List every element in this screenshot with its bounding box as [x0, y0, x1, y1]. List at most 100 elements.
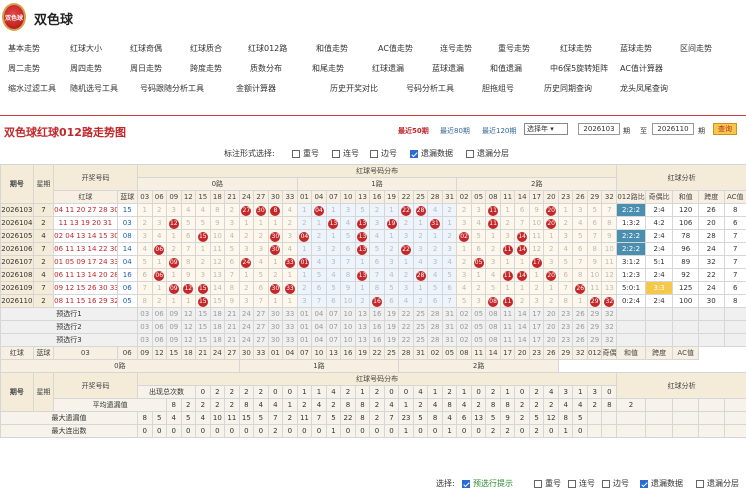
preselect-cell[interactable]: 27: [253, 307, 269, 321]
nav-link[interactable]: 质数分布: [250, 63, 282, 74]
nav-link[interactable]: AC值计算器: [620, 63, 663, 74]
nav-link[interactable]: 红球走势: [560, 43, 592, 54]
lottery-logo[interactable]: 双色球: [2, 3, 26, 31]
nav-link[interactable]: 号码分析工具: [406, 83, 454, 94]
nav-link[interactable]: 号码跟随分析工具: [140, 83, 204, 94]
preselect-cell[interactable]: 15: [195, 333, 211, 347]
preselect-cell[interactable]: 08: [485, 307, 501, 321]
preselect-cell[interactable]: 13: [354, 333, 371, 347]
preselect-cell[interactable]: 11: [499, 320, 516, 334]
preselect-cell[interactable]: 24: [238, 320, 255, 334]
preselect-cell[interactable]: 27: [253, 333, 269, 347]
preselect-cell[interactable]: 29: [586, 307, 603, 321]
preselect-cell[interactable]: 24: [238, 307, 255, 321]
nav-link[interactable]: 中6保5旋转矩阵: [550, 63, 608, 74]
preselect-cell[interactable]: 26: [572, 333, 588, 347]
preselect-cell[interactable]: 18: [209, 307, 226, 321]
nav-link[interactable]: 蓝球走势: [620, 43, 652, 54]
preselect-cell[interactable]: 06: [151, 333, 167, 347]
preselect-cell[interactable]: 03: [137, 307, 153, 321]
preselect-cell[interactable]: 07: [325, 320, 342, 334]
nav-link[interactable]: 历史同期查询: [544, 83, 592, 94]
preselect-cell[interactable]: 05: [470, 320, 487, 334]
nav-link[interactable]: 基本走势: [8, 43, 40, 54]
preselect-cell[interactable]: 21: [224, 333, 240, 347]
preselect-cell[interactable]: 11: [499, 307, 516, 321]
nav-link[interactable]: 和值走势: [316, 43, 348, 54]
preselect-cell[interactable]: 08: [485, 320, 501, 334]
preselect-cell[interactable]: 19: [383, 333, 400, 347]
filter-last-120[interactable]: 最近120期: [482, 126, 516, 136]
preselect-cell[interactable]: 01: [296, 307, 313, 321]
option-checkbox[interactable]: [332, 149, 340, 158]
option-checkbox[interactable]: [466, 149, 474, 158]
preselect-cell[interactable]: 12: [180, 307, 197, 321]
preselect-cell[interactable]: 32: [601, 333, 618, 347]
preselect-cell[interactable]: 23: [557, 320, 574, 334]
preselect-cell[interactable]: 15: [195, 320, 211, 334]
nav-link[interactable]: 和尾走势: [312, 63, 344, 74]
preselect-cell[interactable]: 14: [514, 320, 530, 334]
preselect-cell[interactable]: 33: [282, 320, 298, 334]
preselect-cell[interactable]: 06: [151, 307, 167, 321]
option-checkbox[interactable]: [292, 149, 300, 158]
preselect-cell[interactable]: 29: [586, 320, 603, 334]
preselect-cell[interactable]: 14: [514, 333, 530, 347]
legend-option-checkbox[interactable]: [640, 479, 648, 488]
legend-option-checkbox[interactable]: [534, 479, 542, 488]
preselect-cell[interactable]: 12: [180, 320, 197, 334]
nav-link[interactable]: 跨度走势: [190, 63, 222, 74]
preselect-cell[interactable]: 10: [340, 307, 356, 321]
preselect-cell[interactable]: 21: [224, 307, 240, 321]
option-1[interactable]: 连号: [332, 148, 359, 159]
preselect-cell[interactable]: 16: [369, 307, 385, 321]
preselect-cell[interactable]: 16: [369, 333, 385, 347]
preselect-cell[interactable]: 20: [543, 320, 559, 334]
preselect-cell[interactable]: 29: [586, 333, 603, 347]
preselect-cell[interactable]: 18: [209, 333, 226, 347]
preselect-cell[interactable]: 32: [601, 307, 618, 321]
nav-link[interactable]: 红球奇偶: [130, 43, 162, 54]
legend-option-2[interactable]: 边号: [602, 478, 629, 489]
preselect-cell[interactable]: 01: [296, 333, 313, 347]
nav-link[interactable]: 周四走势: [70, 63, 102, 74]
legend-option-checkbox[interactable]: [602, 479, 610, 488]
preselect-cell[interactable]: 24: [238, 333, 255, 347]
preselect-cell[interactable]: 20: [543, 307, 559, 321]
nav-link[interactable]: AC值走势: [378, 43, 413, 54]
nav-link[interactable]: 随机选号工具: [70, 83, 118, 94]
preselect-cell[interactable]: 17: [528, 333, 545, 347]
preselect-cell[interactable]: 22: [398, 333, 414, 347]
preselect-cell[interactable]: 25: [412, 333, 429, 347]
preselect-cell[interactable]: 02: [456, 333, 472, 347]
preselect-cell[interactable]: 31: [441, 333, 458, 347]
query-button[interactable]: 查询: [713, 123, 737, 135]
preselect-cell[interactable]: 03: [137, 320, 153, 334]
legend-option-checkbox[interactable]: [696, 479, 704, 488]
preselect-cell[interactable]: 28: [427, 333, 443, 347]
preselect-cell[interactable]: 01: [296, 320, 313, 334]
nav-link[interactable]: 和值遗漏: [490, 63, 522, 74]
nav-link[interactable]: 胆拖组号: [482, 83, 514, 94]
nav-link[interactable]: 缩水过滤工具: [8, 83, 56, 94]
nav-link[interactable]: 连号走势: [440, 43, 472, 54]
preselect-cell[interactable]: 31: [441, 320, 458, 334]
preselect-cell[interactable]: 10: [340, 333, 356, 347]
preselect-cell[interactable]: 17: [528, 307, 545, 321]
preselect-cell[interactable]: 21: [224, 320, 240, 334]
filter-last-50[interactable]: 最近50期: [398, 126, 429, 136]
legend-option-checkbox[interactable]: [568, 479, 576, 488]
nav-link[interactable]: 红球大小: [70, 43, 102, 54]
preselect-cell[interactable]: 08: [485, 333, 501, 347]
preselect-cell[interactable]: 30: [267, 320, 284, 334]
preselect-cell[interactable]: 05: [470, 307, 487, 321]
preselect-cell[interactable]: 30: [267, 333, 284, 347]
year-select[interactable]: 选择年 ▾: [524, 123, 568, 135]
preselect-cell[interactable]: 22: [398, 307, 414, 321]
option-checkbox[interactable]: [410, 149, 418, 158]
legend-option-3[interactable]: 遗漏数据: [640, 478, 683, 489]
preselect-cell[interactable]: 09: [166, 307, 182, 321]
from-issue-input[interactable]: 2026103: [578, 123, 620, 135]
nav-link[interactable]: 蓝球遗漏: [432, 63, 464, 74]
preselect-cell[interactable]: 07: [325, 333, 342, 347]
